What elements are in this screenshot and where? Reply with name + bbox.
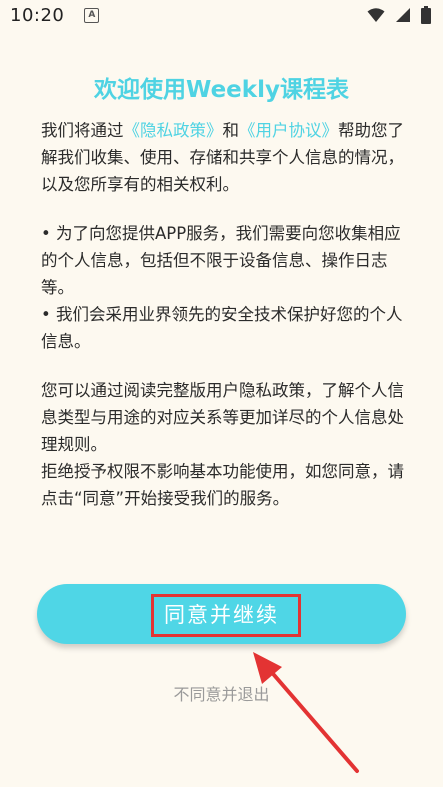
status-time: 10:20: [10, 4, 65, 26]
dialog-content: 我们将通过《隐私政策》和《用户协议》帮助您了解我们收集、使用、存储和共享个人信息…: [41, 117, 409, 512]
status-bar: 10:20 A: [0, 0, 443, 30]
agree-continue-label: 同意并继续: [164, 604, 279, 627]
bullet-data-collection: • 为了向您提供APP服务，我们需要向您收集相应的个人信息，包括但不限于设备信息…: [41, 224, 401, 297]
wifi-icon: [367, 8, 385, 22]
status-icons: [367, 6, 431, 24]
user-agreement-link[interactable]: 《用户协议》: [239, 121, 338, 140]
signal-icon: [396, 8, 410, 22]
consent-paragraph: 拒绝授予权限不影响基本功能使用，如您同意，请点击“同意”开始接受我们的服务。: [41, 462, 404, 508]
decline-exit-link[interactable]: 不同意并退出: [0, 681, 443, 705]
agree-continue-button[interactable]: 同意并继续: [37, 584, 406, 644]
a-icon: A: [84, 7, 100, 23]
full-policy-paragraph: 您可以通过阅读完整版用户隐私政策，了解个人信息类型与用途的对应关系等更加详尽的个…: [41, 381, 404, 454]
intro-paragraph: 我们将通过《隐私政策》和《用户协议》帮助您了解我们收集、使用、存储和共享个人信息…: [41, 117, 409, 198]
battery-icon: [421, 6, 431, 24]
dialog-title: 欢迎使用Weekly课程表: [94, 77, 349, 103]
privacy-policy-link[interactable]: 《隐私政策》: [124, 121, 223, 140]
bullet-security: • 我们会采用业界领先的安全技术保护好您的个人信息。: [41, 305, 403, 351]
intro-and: 和: [222, 121, 240, 140]
intro-before: 我们将通过: [41, 121, 124, 140]
